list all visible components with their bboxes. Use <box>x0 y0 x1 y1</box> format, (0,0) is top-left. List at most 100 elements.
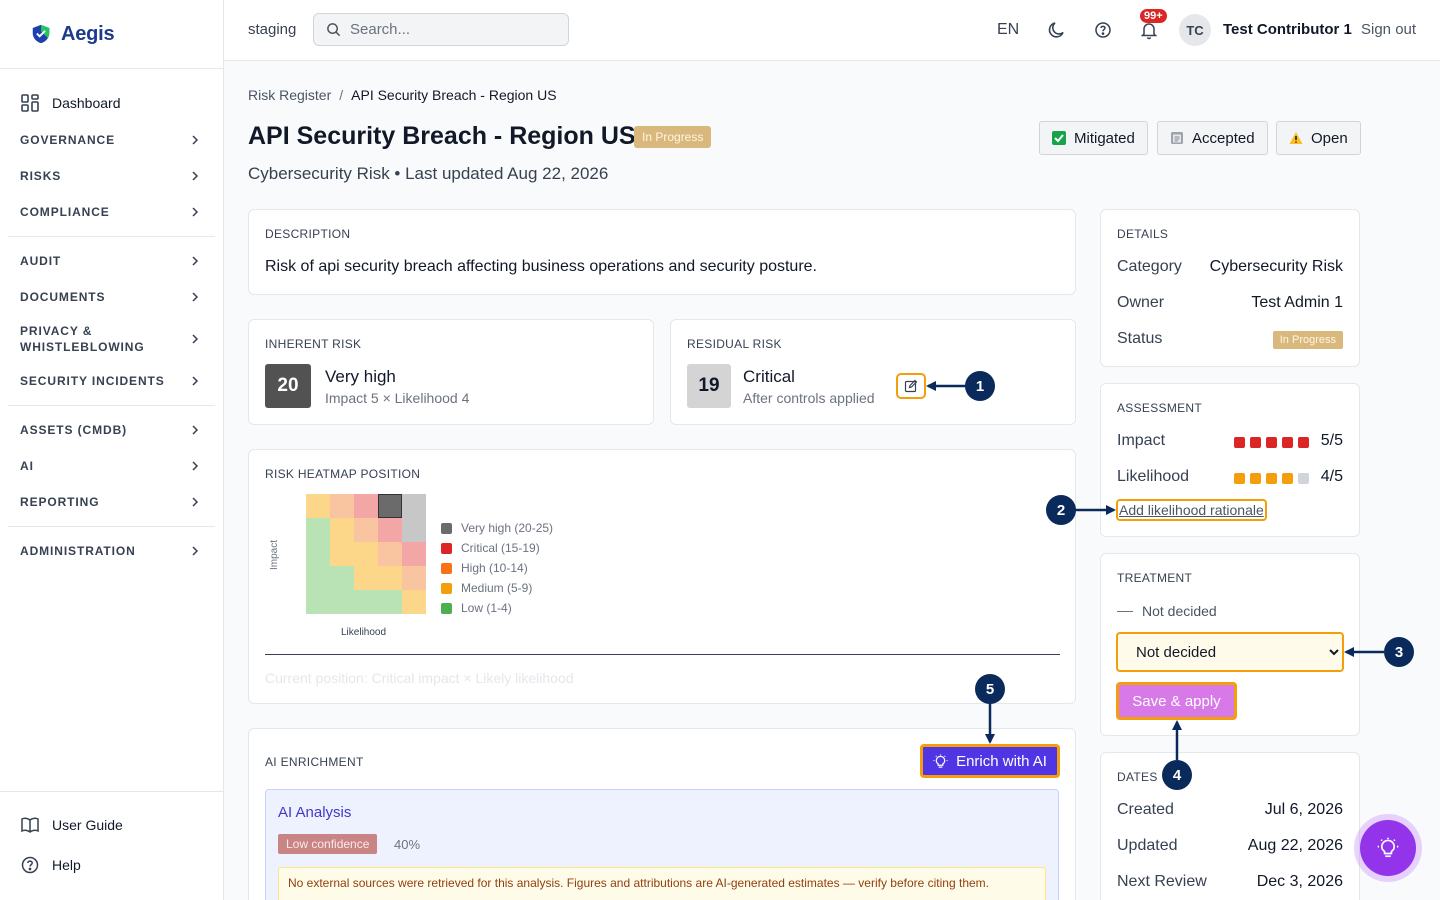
heatmap-cell <box>378 518 402 542</box>
heatmap-x-axis-label: Likelihood <box>341 627 387 638</box>
chevron-right-icon <box>192 171 199 181</box>
heatmap-cell <box>306 566 330 590</box>
legend-swatch <box>441 602 452 614</box>
updated-value: Aug 22, 2026 <box>1247 837 1343 854</box>
user-guide-link[interactable]: User Guide <box>0 805 223 845</box>
heatmap-cell <box>330 566 354 590</box>
confidence-percent: 40% <box>394 837 421 852</box>
save-apply-button[interactable]: Save & apply <box>1116 682 1237 720</box>
bell-icon[interactable] <box>1139 20 1159 40</box>
avatar[interactable]: TC <box>1179 14 1211 46</box>
book-icon <box>21 817 39 833</box>
heatmap-cell <box>402 518 426 542</box>
help-link[interactable]: Help <box>0 845 223 885</box>
heatmap-cell <box>354 590 378 614</box>
heatmap-cell <box>402 494 426 518</box>
heatmap-cell <box>402 566 426 590</box>
inherent-score: 20 <box>265 364 311 408</box>
owner-key: Owner <box>1117 294 1165 311</box>
dates-card: DATES Created Jul 6, 2026 Updated Aug 22… <box>1100 752 1360 900</box>
heatmap-cell <box>330 518 354 542</box>
rating-dot <box>1266 437 1277 449</box>
heatmap-cell <box>354 518 378 542</box>
legend-item: Critical (15-19) <box>441 541 540 555</box>
sidebar-item-security-incidents[interactable]: SECURITY INCIDENTS <box>0 363 223 399</box>
impact-rating-dots <box>1234 434 1314 452</box>
ai-warning-notice: No external sources were retrieved for t… <box>278 867 1046 900</box>
heatmap-cell <box>378 590 402 614</box>
sign-out-link[interactable]: Sign out <box>1361 21 1416 38</box>
notification-badge: 99+ <box>1140 9 1167 23</box>
sidebar-item-label: REPORTING <box>20 495 100 509</box>
brand-name: Aegis <box>61 22 115 45</box>
inherent-risk-card: INHERENT RISK 20 Very high Impact 5 × Li… <box>248 319 654 425</box>
legend-label: Critical (15-19) <box>461 541 540 555</box>
user-name[interactable]: Test Contributor 1 <box>1223 21 1352 38</box>
sidebar-item-label: DOCUMENTS <box>20 290 106 304</box>
details-label: DETAILS <box>1117 227 1169 241</box>
residual-risk-label: RESIDUAL RISK <box>687 337 782 351</box>
chevron-right-icon <box>192 376 199 386</box>
chevron-right-icon <box>192 546 199 556</box>
open-button[interactable]: Open <box>1276 121 1361 155</box>
chevron-right-icon <box>192 292 199 302</box>
status-badge: In Progress <box>634 126 712 148</box>
nav-divider <box>8 236 215 237</box>
sidebar-item-governance[interactable]: GOVERNANCE <box>0 122 223 158</box>
legend-swatch <box>441 562 452 574</box>
help-circle-icon[interactable] <box>1093 20 1113 40</box>
legend-swatch <box>441 522 452 534</box>
sidebar-item-reporting[interactable]: REPORTING <box>0 484 223 520</box>
legend-item: High (10-14) <box>441 561 528 575</box>
search-box[interactable] <box>313 13 569 46</box>
ai-analysis-title: AI Analysis <box>278 804 352 821</box>
legend-label: Very high (20-25) <box>461 521 554 535</box>
language-switcher[interactable]: EN <box>997 21 1019 39</box>
sidebar-item-audit[interactable]: AUDIT <box>0 243 223 279</box>
inherent-level: Very high <box>325 367 396 386</box>
sidebar-item-dashboard[interactable]: Dashboard <box>0 86 223 120</box>
edit-icon <box>904 379 918 393</box>
nav-divider <box>8 405 215 406</box>
ai-enrichment-label: AI ENRICHMENT <box>265 755 364 769</box>
sidebar-item-ai[interactable]: AI <box>0 448 223 484</box>
edit-residual-button[interactable] <box>896 373 926 399</box>
description-label: DESCRIPTION <box>265 227 351 241</box>
sidebar-item-assets[interactable]: ASSETS (CMDB) <box>0 412 223 448</box>
add-likelihood-rationale-link[interactable]: Add likelihood rationale <box>1116 499 1267 521</box>
sidebar-item-risks[interactable]: RISKS <box>0 158 223 194</box>
ai-analysis-panel: AI Analysis Low confidence 40% No extern… <box>265 789 1059 900</box>
sidebar-item-label: ADMINISTRATION <box>20 544 136 558</box>
dates-label: DATES <box>1117 770 1158 784</box>
heatmap-cell <box>354 542 378 566</box>
mitigated-button[interactable]: Mitigated <box>1039 121 1148 155</box>
accepted-button[interactable]: Accepted <box>1157 121 1268 155</box>
sidebar-item-documents[interactable]: DOCUMENTS <box>0 279 223 315</box>
heatmap-cell <box>354 566 378 590</box>
status-badge: In Progress <box>1272 331 1343 349</box>
legend-swatch <box>441 542 452 554</box>
ai-assistant-button[interactable] <box>1360 820 1416 876</box>
chevron-right-icon <box>192 425 199 435</box>
enrich-with-ai-button[interactable]: Enrich with AI <box>920 744 1060 778</box>
breadcrumb-parent[interactable]: Risk Register <box>248 87 331 103</box>
heatmap-cell <box>378 494 402 518</box>
brand-logo[interactable]: Aegis <box>0 0 223 69</box>
rating-dot <box>1234 473 1245 485</box>
heatmap-current-position: Current position: Critical impact × Like… <box>265 670 574 686</box>
mitigated-label: Mitigated <box>1074 129 1135 147</box>
treatment-select[interactable]: Not decided <box>1116 632 1344 672</box>
moon-icon[interactable] <box>1047 20 1067 40</box>
rating-dot <box>1298 473 1309 485</box>
heatmap-cell <box>306 494 330 518</box>
category-value: Cybersecurity Risk <box>1209 258 1343 275</box>
sidebar-item-administration[interactable]: ADMINISTRATION <box>0 533 223 569</box>
sidebar-item-privacy-whistleblowing[interactable]: PRIVACY & WHISTLEBLOWING <box>0 315 223 363</box>
clipboard-icon <box>1171 132 1183 144</box>
search-input[interactable] <box>350 21 550 38</box>
annotation-marker-2: 2 <box>1046 495 1076 525</box>
sidebar-item-compliance[interactable]: COMPLIANCE <box>0 194 223 230</box>
rating-dot <box>1282 437 1293 449</box>
heatmap-grid <box>306 494 426 614</box>
dash-icon <box>1117 611 1133 612</box>
